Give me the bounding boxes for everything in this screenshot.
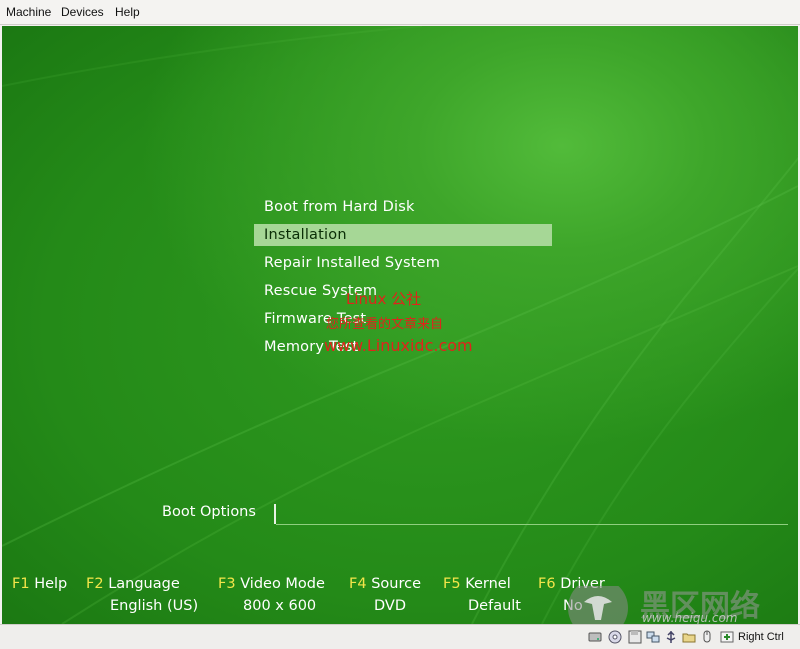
usb-icon[interactable] — [664, 630, 678, 644]
vm-statusbar: Right Ctrl — [0, 624, 800, 649]
fkey-language-key: F2 — [86, 576, 104, 592]
fkey-source[interactable]: F4 Source — [349, 576, 421, 592]
fkey-help[interactable]: F1 Help — [12, 576, 67, 592]
watermark-line-1: Linux 公社 — [346, 290, 422, 308]
optical-disk-icon[interactable] — [608, 630, 622, 644]
fkey-driver-key: F6 — [538, 576, 556, 592]
heiqu-logo-url: www.heiqu.com — [642, 611, 737, 624]
heiqu-logo: 黑区网络 www.heiqu.com — [568, 586, 760, 624]
boot-options-cursor — [274, 504, 276, 524]
fkey-source-value: DVD — [374, 598, 406, 614]
fkey-help-label: Help — [34, 576, 68, 592]
fkey-kernel[interactable]: F5 Kernel — [443, 576, 511, 592]
fkey-kernel-key: F5 — [443, 576, 461, 592]
shared-folder-icon[interactable] — [682, 630, 696, 644]
floppy-icon[interactable] — [628, 630, 642, 644]
fkey-video-mode[interactable]: F3 Video Mode — [218, 576, 325, 592]
fkey-help-key: F1 — [12, 576, 30, 592]
fkey-language[interactable]: F2 Language — [86, 576, 180, 592]
vm-menubar: Machine Devices Help — [0, 0, 800, 25]
fkey-source-key: F4 — [349, 576, 367, 592]
fkey-video-mode-value: 800 x 600 — [243, 598, 317, 614]
boot-menu-item-hard-disk[interactable]: Boot from Hard Disk — [254, 196, 552, 218]
host-key-icon — [720, 631, 734, 643]
host-key-label: Right Ctrl — [738, 631, 784, 643]
fkey-language-value: English (US) — [110, 598, 199, 614]
menu-help[interactable]: Help — [115, 5, 140, 19]
fkey-video-mode-key: F3 — [218, 576, 236, 592]
fkey-kernel-label: Kernel — [465, 576, 511, 592]
network-icon[interactable] — [646, 630, 660, 644]
menu-machine[interactable]: Machine — [6, 5, 51, 19]
watermark-line-2: 您所查看的文章来自 — [326, 317, 444, 332]
boot-menu-item-repair[interactable]: Repair Installed System — [254, 252, 552, 274]
fkey-source-label: Source — [371, 576, 421, 592]
guest-screen[interactable]: Boot from Hard Disk Installation Repair … — [2, 26, 798, 624]
hard-disk-icon[interactable] — [588, 630, 602, 644]
fkey-language-label: Language — [108, 576, 180, 592]
boot-options-label: Boot Options — [162, 504, 256, 520]
boot-options-input[interactable] — [276, 524, 788, 525]
fkey-kernel-value: Default — [468, 598, 521, 614]
boot-menu-item-installation[interactable]: Installation — [254, 224, 552, 246]
fkey-video-mode-label: Video Mode — [240, 576, 325, 592]
mouse-integration-icon[interactable] — [700, 630, 714, 644]
menu-devices[interactable]: Devices — [61, 5, 104, 19]
watermark-line-3: www.Linuxidc.com — [324, 336, 473, 355]
